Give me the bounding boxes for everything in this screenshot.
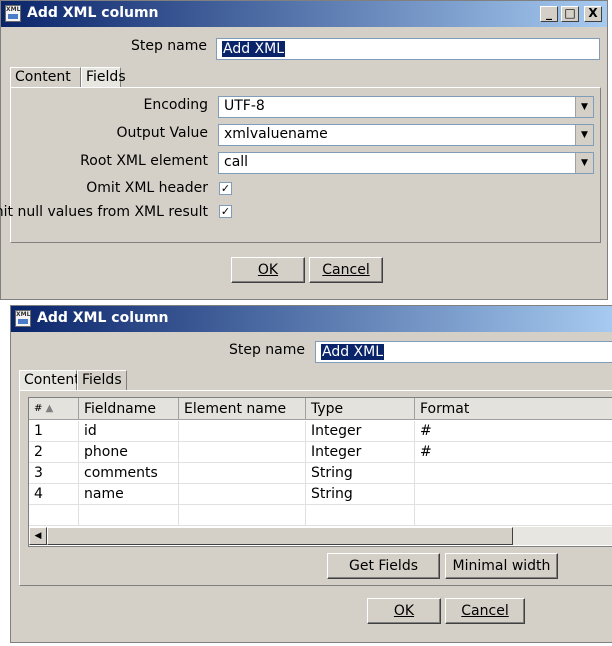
add-xml-dialog-content: XML Add XML column _ □ X Step name Add X… (0, 0, 608, 300)
fields-table[interactable]: # ▲ Fieldname Element name Type Format 1… (28, 397, 612, 547)
minimal-width-button[interactable]: Minimal width (445, 553, 558, 579)
cancel-button[interactable]: Cancel (309, 257, 383, 283)
title-bar[interactable]: XML Add XML column _ □ X (1, 1, 607, 27)
omit-header-label: Omit XML header (86, 180, 208, 196)
maximize-button[interactable]: □ (561, 6, 579, 22)
chevron-down-icon[interactable]: ▼ (575, 97, 593, 117)
add-xml-dialog-fields: XML Add XML column Step name Add XML Con… (10, 305, 612, 643)
omit-null-label: Omit null values from XML result (0, 204, 208, 220)
root-element-select[interactable]: call ▼ (218, 152, 594, 174)
output-value-label: Output Value (116, 125, 208, 141)
root-element-label: Root XML element (80, 153, 208, 169)
tab-content[interactable]: Content (19, 370, 80, 390)
omit-header-checkbox[interactable]: ✓ (219, 182, 232, 195)
column-header-number[interactable]: # ▲ (29, 398, 79, 420)
step-name-input[interactable]: Add XML (216, 38, 600, 60)
chevron-down-icon[interactable]: ▼ (575, 153, 593, 173)
xml-file-icon: XML (5, 5, 21, 22)
minimize-button[interactable]: _ (540, 6, 558, 22)
output-value-select[interactable]: xmlvaluename ▼ (218, 124, 594, 146)
scrollbar-thumb[interactable] (47, 527, 513, 545)
tab-fields[interactable]: Fields (81, 67, 126, 87)
get-fields-button[interactable]: Get Fields (327, 553, 440, 579)
sort-up-icon: ▲ (45, 403, 54, 414)
xml-file-icon: XML (15, 310, 31, 327)
scroll-left-arrow-icon[interactable]: ◀ (29, 527, 47, 545)
step-name-label: Step name (228, 342, 305, 358)
window-title: Add XML column (37, 310, 169, 326)
cancel-button[interactable]: Cancel (445, 598, 525, 624)
close-button[interactable]: X (584, 6, 602, 22)
window-title: Add XML column (27, 5, 159, 21)
step-name-input[interactable]: Add XML (315, 341, 612, 363)
encoding-label: Encoding (143, 97, 208, 113)
column-header-type[interactable]: Type (306, 398, 415, 420)
tab-fields[interactable]: Fields (77, 370, 127, 390)
column-header-fieldname[interactable]: Fieldname (79, 398, 179, 420)
horizontal-scrollbar[interactable]: ◀ (29, 527, 612, 545)
ok-button[interactable]: OK (231, 257, 305, 283)
encoding-select[interactable]: UTF-8 ▼ (218, 96, 594, 118)
chevron-down-icon[interactable]: ▼ (575, 125, 593, 145)
ok-button[interactable]: OK (367, 598, 441, 624)
column-header-format[interactable]: Format (415, 398, 612, 420)
step-name-label: Step name (130, 38, 207, 54)
column-header-element-name[interactable]: Element name (179, 398, 306, 420)
omit-null-checkbox[interactable]: ✓ (219, 205, 232, 218)
title-bar[interactable]: XML Add XML column (11, 306, 612, 332)
tab-content[interactable]: Content (10, 67, 81, 87)
